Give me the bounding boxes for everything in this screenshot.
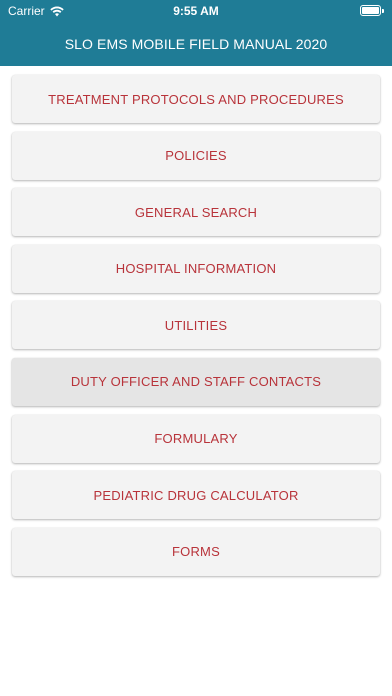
main-menu: TREATMENT PROTOCOLS AND PROCEDURES POLICI… [12, 75, 380, 584]
battery-cap [382, 8, 384, 13]
menu-button[interactable]: GENERAL SEARCH [12, 188, 380, 237]
page-title: SLO EMS MOBILE FIELD MANUAL 2020 [64, 36, 328, 52]
menu-button[interactable]: DUTY OFFICER AND STAFF CONTACTS [12, 357, 380, 406]
menu-button[interactable]: TREATMENT PROTOCOLS AND PROCEDURES [12, 75, 380, 123]
menu-button[interactable]: UTILITIES [12, 301, 380, 350]
menu-button[interactable]: FORMS [12, 527, 380, 576]
menu-button[interactable]: FORMULARY [12, 414, 380, 463]
menu-button[interactable]: POLICIES [12, 131, 380, 180]
battery-icon [360, 5, 384, 16]
battery-fill [362, 7, 379, 14]
status-time: 9:55 AM [173, 4, 219, 18]
status-bar: Carrier 9:55 AM [0, 0, 392, 22]
menu-button[interactable]: PEDIATRIC DRUG CALCULATOR [12, 471, 380, 520]
menu-button[interactable]: HOSPITAL INFORMATION [12, 244, 380, 293]
header-bar: Carrier 9:55 AM SLO EMS MOBILE FIELD MAN… [0, 0, 392, 66]
